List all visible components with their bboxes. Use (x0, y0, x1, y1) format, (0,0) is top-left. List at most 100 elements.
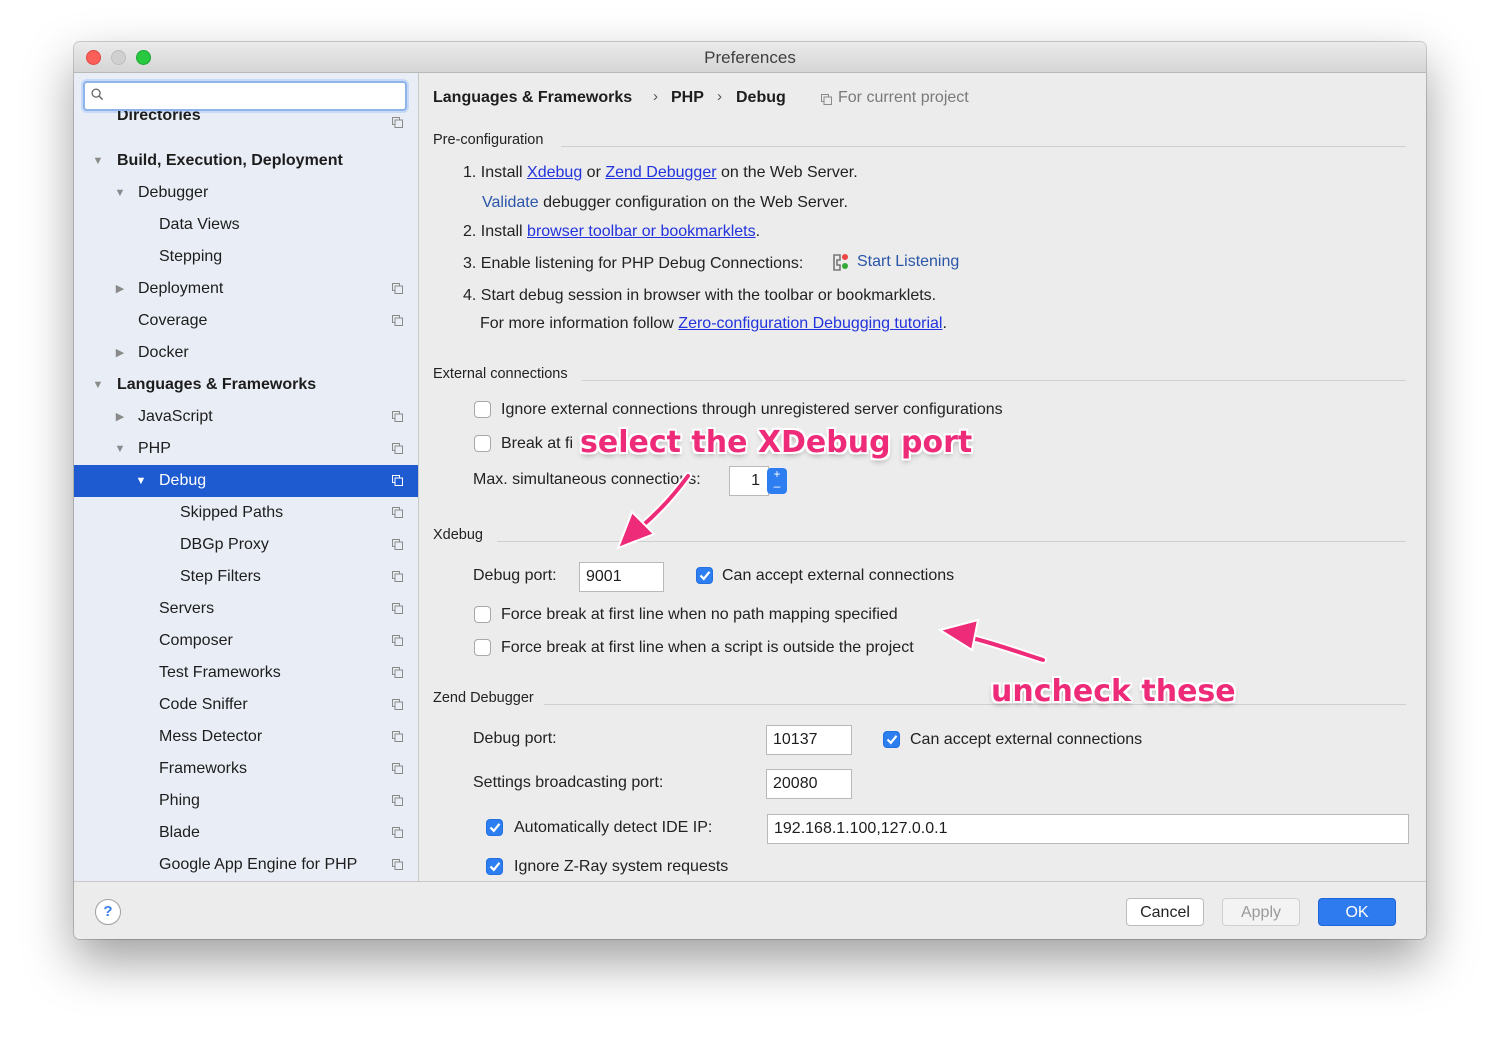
sidebar-item-label: Test Frameworks (159, 664, 281, 681)
sidebar-item-languages-frameworks[interactable]: ▼ Languages & Frameworks (74, 369, 418, 401)
sidebar-item-label: Servers (159, 600, 215, 617)
sidebar-item-servers[interactable]: Servers (74, 593, 418, 625)
sidebar-item-label: Blade (159, 824, 200, 841)
sidebar-item-test-frameworks[interactable]: Test Frameworks (74, 657, 418, 689)
project-scope-icon (392, 827, 403, 838)
zend-accept-external-label: Can accept external connections (910, 731, 1143, 748)
sidebar-item-debugger[interactable]: ▼ Debugger (74, 177, 418, 209)
sidebar-item-phing[interactable]: Phing (74, 785, 418, 817)
settings-sidebar: Directories ▼ Build, Execution, Deployme… (74, 73, 419, 881)
broadcast-port-input[interactable]: 20080 (766, 769, 852, 799)
step-text: on the Web Server. (721, 164, 858, 181)
title-bar: Preferences (74, 42, 1426, 73)
sidebar-item-label: PHP (138, 440, 171, 457)
sidebar-item-deployment[interactable]: ▶ Deployment (74, 273, 418, 305)
sidebar-item-build-execution-deployment[interactable]: ▼ Build, Execution, Deployment (74, 145, 418, 177)
sidebar-item-frameworks[interactable]: Frameworks (74, 753, 418, 785)
project-scope-icon (392, 315, 403, 326)
cancel-button[interactable]: Cancel (1126, 898, 1204, 926)
sidebar-item-label: Step Filters (180, 568, 261, 585)
sidebar-item-label: Debug (159, 472, 207, 489)
settings-content: Languages & Frameworks › PHP › Debug For… (419, 73, 1426, 881)
break-at-first-line-checkbox[interactable] (474, 435, 491, 452)
search-icon (91, 88, 104, 101)
checkmark-icon (699, 571, 711, 581)
sidebar-item-blade[interactable]: Blade (74, 817, 418, 849)
sidebar-item-coverage[interactable]: Coverage (74, 305, 418, 337)
sidebar-item-label: Docker (138, 344, 189, 361)
ignore-zray-checkbox[interactable] (486, 858, 503, 875)
sidebar-item-php[interactable]: ▼ PHP (74, 433, 418, 465)
collapse-arrow-icon[interactable]: ▶ (114, 337, 126, 369)
zero-config-tutorial-link[interactable]: Zero-configuration Debugging tutorial (678, 315, 942, 332)
section-divider (497, 541, 1406, 542)
start-listening-label: Start Listening (857, 253, 960, 270)
sidebar-item-label: Google App Engine for PHP (159, 856, 358, 873)
zend-port-input[interactable]: 10137 (766, 725, 852, 755)
preconfig-step-2: 2. Install browser toolbar or bookmarkle… (463, 223, 760, 241)
sidebar-item-label: Composer (159, 632, 233, 649)
sidebar-item-label: Coverage (138, 312, 208, 329)
xdebug-accept-external-checkbox[interactable] (696, 567, 713, 584)
project-scope-icon (392, 795, 403, 806)
sidebar-item-directories[interactable]: Directories (74, 111, 418, 131)
sidebar-item-mess-detector[interactable]: Mess Detector (74, 721, 418, 753)
sidebar-item-label: Directories (117, 111, 201, 124)
expand-arrow-icon[interactable]: ▼ (114, 433, 126, 465)
dialog-footer: ? Cancel Apply OK (74, 881, 1426, 939)
sidebar-item-dbgp-proxy[interactable]: DBGp Proxy (74, 529, 418, 561)
zend-accept-external-checkbox[interactable] (883, 731, 900, 748)
zend-debugger-link[interactable]: Zend Debugger (605, 164, 716, 181)
breadcrumb-languages-frameworks: Languages & Frameworks (433, 89, 633, 106)
search-input[interactable] (113, 85, 397, 109)
sidebar-item-label: Languages & Frameworks (117, 376, 317, 393)
expand-arrow-icon[interactable]: ▼ (92, 145, 104, 177)
browser-toolbar-link[interactable]: browser toolbar or bookmarklets (527, 223, 756, 240)
step-text: 3. Enable listening for PHP Debug Connec… (463, 255, 804, 272)
max-connections-stepper[interactable]: + – (767, 468, 787, 494)
sidebar-item-skipped-paths[interactable]: Skipped Paths (74, 497, 418, 529)
sidebar-item-docker[interactable]: ▶ Docker (74, 337, 418, 369)
sidebar-item-stepping[interactable]: Stepping (74, 241, 418, 273)
sidebar-item-javascript[interactable]: ▶ JavaScript (74, 401, 418, 433)
max-connections-label: Max. simultaneous connections: (473, 471, 701, 488)
validate-link[interactable]: Validate (482, 194, 539, 211)
collapse-arrow-icon[interactable]: ▶ (114, 401, 126, 433)
breadcrumb-debug: Debug (736, 89, 786, 106)
decrement-icon[interactable]: – (767, 480, 787, 492)
xdebug-link[interactable]: Xdebug (527, 164, 582, 181)
sidebar-item-label: Code Sniffer (159, 696, 248, 713)
settings-search[interactable] (83, 81, 407, 111)
apply-button[interactable]: Apply (1222, 898, 1300, 926)
section-divider (544, 704, 1406, 705)
max-connections-input[interactable]: 1 (729, 466, 769, 496)
auto-detect-ip-checkbox[interactable] (486, 819, 503, 836)
xdebug-port-input[interactable]: 9001 (579, 562, 664, 592)
project-scope-icon (392, 635, 403, 646)
ide-ip-input[interactable]: 192.168.1.100,127.0.0.1 (767, 814, 1409, 844)
step-text: . (755, 223, 761, 240)
sidebar-item-data-views[interactable]: Data Views (74, 209, 418, 241)
help-button[interactable]: ? (95, 899, 121, 925)
project-scope-icon (392, 731, 403, 742)
force-break-no-mapping-label: Force break at first line when no path m… (501, 606, 898, 623)
force-break-outside-project-label: Force break at first line when a script … (501, 639, 914, 656)
project-scope-icon (392, 859, 403, 870)
breadcrumb-separator: › (653, 88, 658, 105)
section-title-external-connections: External connections (433, 366, 568, 382)
force-break-no-mapping-checkbox[interactable] (474, 606, 491, 623)
sidebar-item-code-sniffer[interactable]: Code Sniffer (74, 689, 418, 721)
ignore-external-checkbox[interactable] (474, 401, 491, 418)
sidebar-item-composer[interactable]: Composer (74, 625, 418, 657)
ok-button[interactable]: OK (1318, 898, 1396, 926)
step-text: debugger configuration on the Web Server… (543, 194, 848, 211)
expand-arrow-icon[interactable]: ▼ (114, 177, 126, 209)
sidebar-item-debug[interactable]: ▼ Debug (74, 465, 418, 497)
sidebar-item-google-app-engine[interactable]: Google App Engine for PHP (74, 849, 418, 881)
collapse-arrow-icon[interactable]: ▶ (114, 273, 126, 305)
expand-arrow-icon[interactable]: ▼ (135, 465, 147, 497)
expand-arrow-icon[interactable]: ▼ (92, 369, 104, 401)
force-break-outside-project-checkbox[interactable] (474, 639, 491, 656)
breadcrumb-php: PHP (671, 89, 704, 106)
sidebar-item-step-filters[interactable]: Step Filters (74, 561, 418, 593)
